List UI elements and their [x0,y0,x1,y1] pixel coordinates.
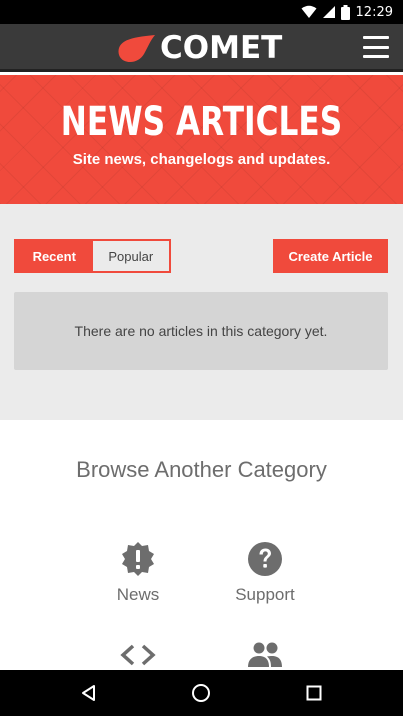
category-support[interactable]: Support [210,541,320,605]
browse-categories-section: Browse Another Category News Support [0,420,403,670]
empty-articles-message: There are no articles in this category y… [14,292,388,370]
question-circle-icon [248,542,282,576]
category-news[interactable]: News [83,541,193,605]
status-bar: 12:29 [0,0,403,24]
page-title: NEWS ARTICLES [60,99,343,145]
status-time: 12:29 [355,4,393,20]
signal-icon [322,6,335,18]
browse-title: Browse Another Category [76,457,327,482]
exclamation-badge-icon [122,542,154,576]
app-bar: COMET [0,24,403,72]
article-sort-tabs: Recent Popular [14,239,171,273]
back-button[interactable] [59,670,119,716]
articles-section: Recent Popular Create Article There are … [0,204,403,420]
home-button[interactable] [171,670,231,716]
comet-logo[interactable]: COMET [116,29,282,67]
screen: 12:29 COMET NEWS ARTICLES Site news, cha… [0,0,403,716]
back-icon [82,685,95,701]
logo-text: COMET [160,30,283,66]
recents-button[interactable] [284,670,344,716]
category-label: News [116,585,160,604]
home-icon [192,684,210,702]
battery-icon [340,4,350,20]
recents-icon [306,685,322,701]
wifi-icon [301,5,317,18]
tab-recent[interactable]: Recent [16,241,93,271]
category-label: Support [235,585,295,604]
tab-popular[interactable]: Popular [92,241,169,271]
hamburger-menu-icon[interactable] [363,36,389,58]
create-article-button[interactable]: Create Article [273,239,388,273]
system-nav-bar [0,670,403,716]
page-subtitle: Site news, changelogs and updates. [72,151,331,168]
hero-banner: NEWS ARTICLES Site news, changelogs and … [0,75,403,204]
empty-message-text: There are no articles in this category y… [74,323,328,339]
comet-logo-icon [118,35,155,62]
